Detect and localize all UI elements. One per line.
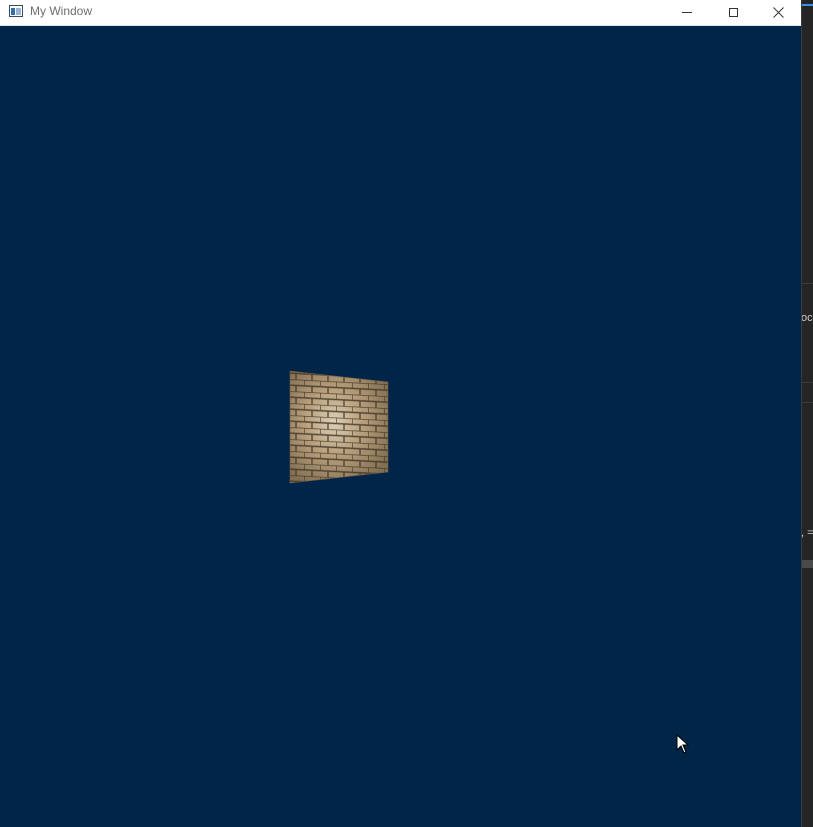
app-window: My Window	[0, 0, 801, 827]
maximize-button[interactable]	[710, 0, 756, 25]
close-icon	[772, 7, 784, 18]
minimize-button[interactable]	[664, 0, 710, 25]
background-text-fragment: , =	[801, 527, 813, 539]
maximize-icon	[728, 8, 738, 17]
window-title: My Window	[30, 4, 93, 18]
divider	[801, 283, 813, 284]
background-app-edge: oc , =	[801, 0, 813, 827]
mouse-cursor-icon	[676, 734, 690, 754]
close-button[interactable]	[755, 0, 801, 25]
divider	[801, 382, 813, 383]
background-text-fragment: oc	[801, 312, 813, 324]
brick-textured-quad	[289, 370, 389, 484]
minimize-icon	[682, 12, 692, 13]
scroll-bar-fragment	[801, 560, 813, 568]
divider	[801, 402, 813, 403]
render-viewport[interactable]	[0, 26, 801, 827]
title-bar[interactable]: My Window	[0, 0, 801, 26]
accent-line	[801, 4, 813, 6]
window-icon	[9, 5, 23, 17]
